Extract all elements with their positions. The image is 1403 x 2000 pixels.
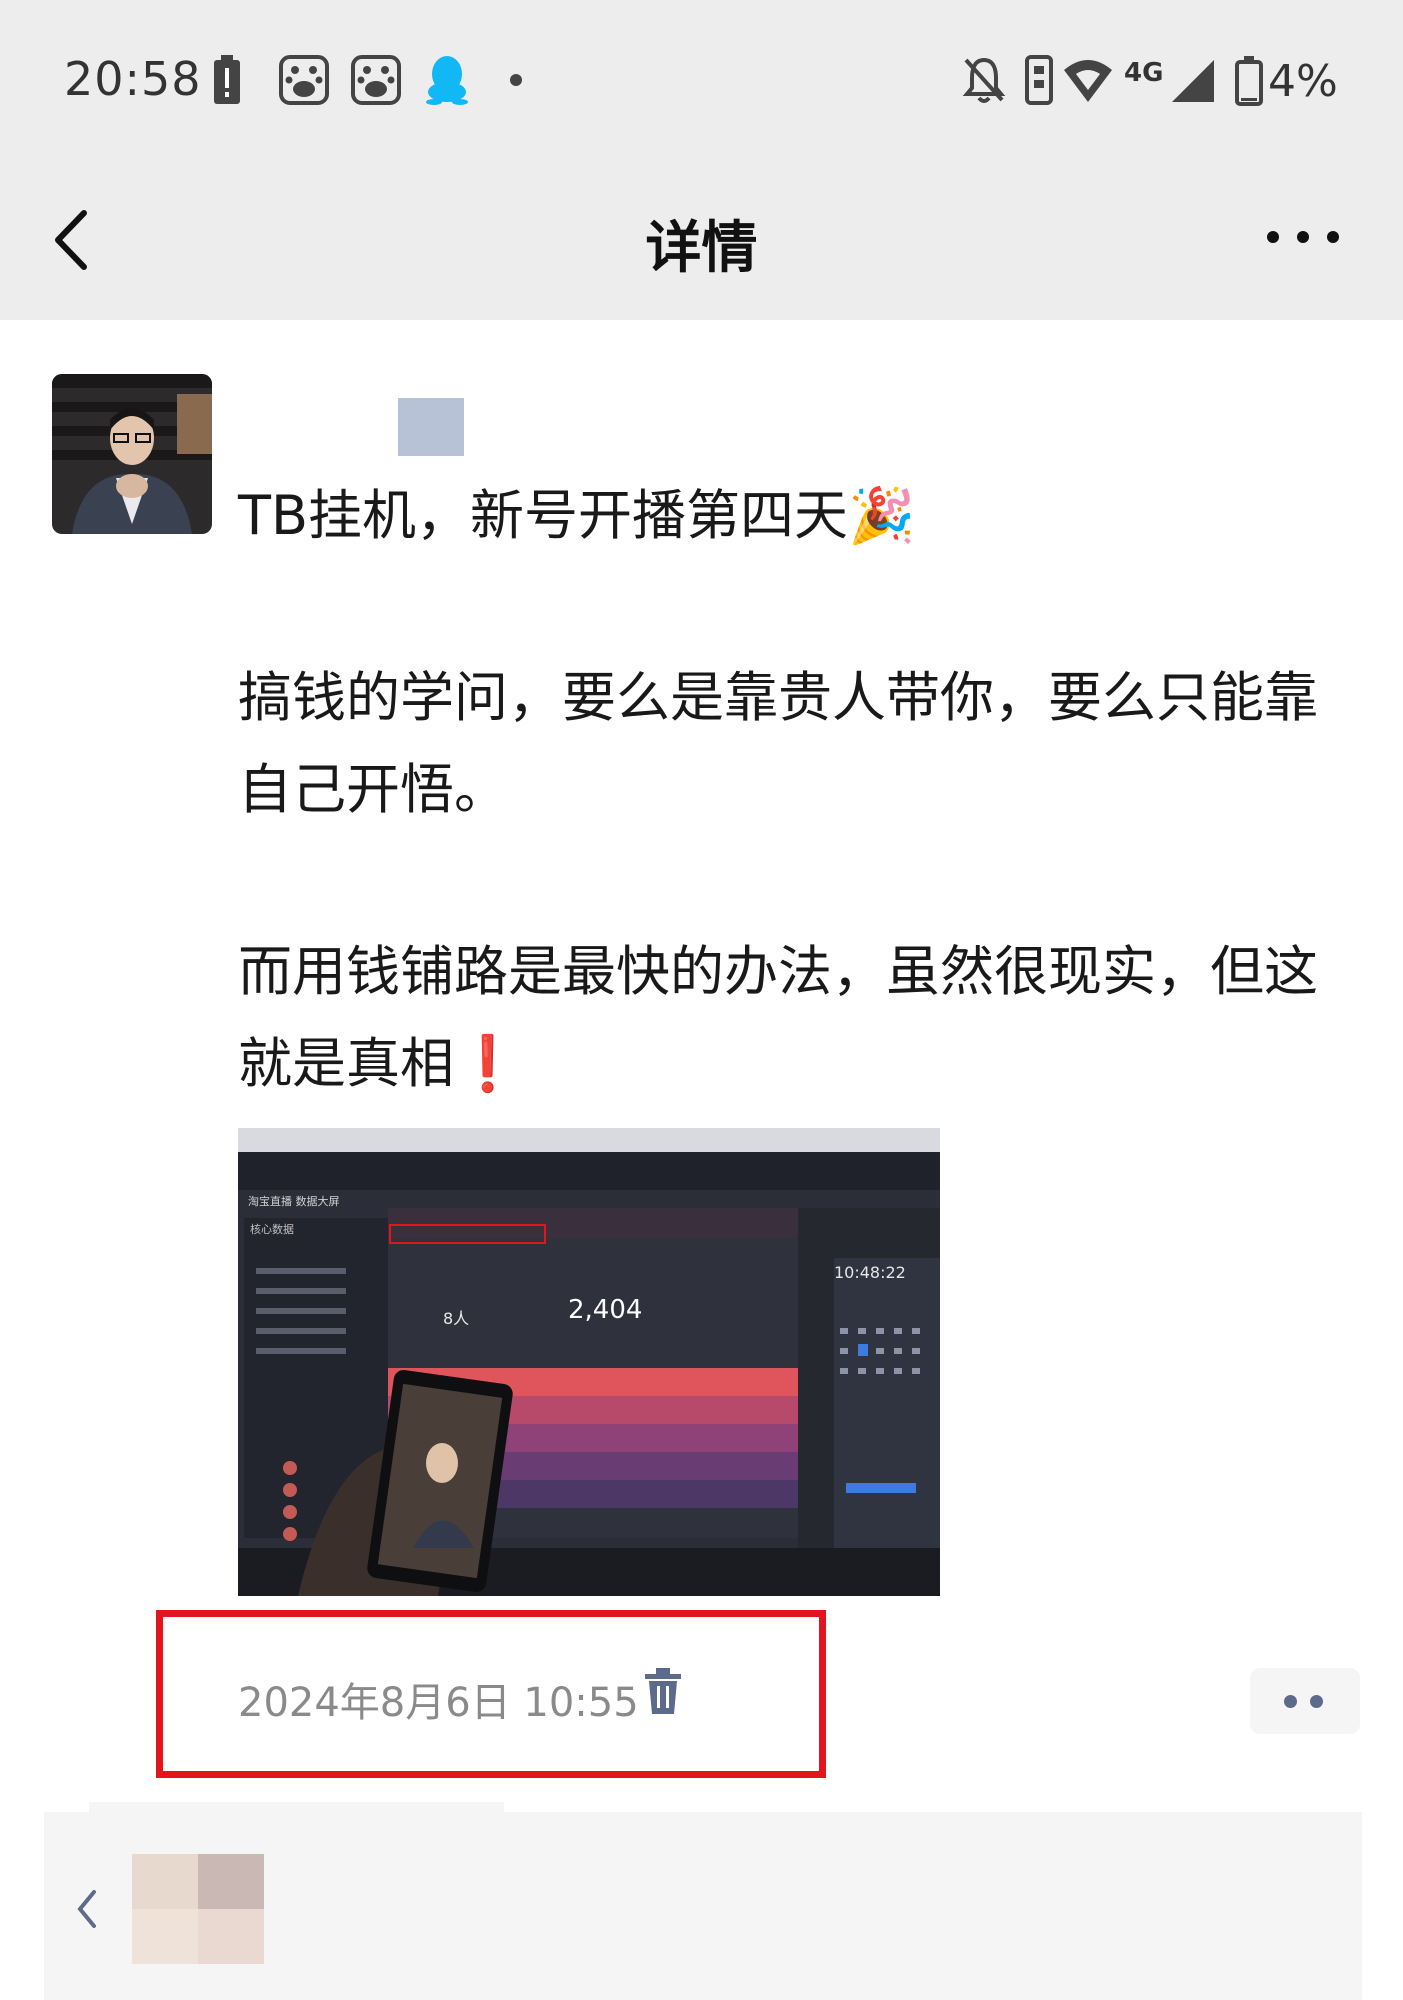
photo-clock: 10:48:22 <box>834 1263 906 1282</box>
dot-icon <box>1310 1695 1323 1708</box>
page-title: 详情 <box>645 216 758 281</box>
photo-section: 核心数据 <box>250 1222 294 1236</box>
mute-bell-icon <box>962 57 1006 103</box>
timestamp-highlight-box <box>156 1610 826 1778</box>
more-dots-icon[interactable] <box>1263 217 1343 257</box>
liker-avatar[interactable] <box>132 1854 264 1964</box>
avatar[interactable] <box>52 374 212 534</box>
baidu-icon <box>279 55 329 105</box>
photo-viewers: 8人 <box>443 1309 469 1328</box>
status-time: 20:58 <box>64 52 202 106</box>
network-type: 4G <box>1124 58 1164 88</box>
collapse-chevron-icon[interactable] <box>72 1884 102 1934</box>
post-more-button[interactable] <box>1250 1668 1360 1734</box>
likes-comments-panel <box>44 1802 1362 2000</box>
battery-percent: 4% <box>1268 56 1338 107</box>
dot-icon <box>510 74 522 86</box>
post-content: TB挂机，新号开播第四天🎉 搞钱的学问，要么是靠贵人带你，要么只能靠自己开悟。 … <box>238 470 1348 1110</box>
battery-icon <box>1235 56 1263 106</box>
nav-bar: 详情 <box>0 165 1403 320</box>
signal-icon <box>1172 60 1214 102</box>
photo-header: 淘宝直播 数据大屏 <box>248 1194 340 1208</box>
post-line-1: TB挂机，新号开播第四天🎉 <box>238 484 916 547</box>
post-line-3: 而用钱铺路是最快的办法，虽然很现实，但这就是真相❗ <box>238 940 1318 1095</box>
qq-icon <box>426 56 468 105</box>
status-bar: 20:58 4G 4% <box>0 0 1403 165</box>
dot-icon <box>1284 1695 1297 1708</box>
post-line-2: 搞钱的学问，要么是靠贵人带你，要么只能靠自己开悟。 <box>238 666 1318 821</box>
panel-pointer <box>89 1802 504 1814</box>
post-photo[interactable]: 2,404 8人 淘宝直播 数据大屏 核心数据 10:48:22 <box>238 1128 940 1596</box>
alert-battery-icon <box>214 55 240 104</box>
photo-gmv: 2,404 <box>568 1295 642 1325</box>
username-redacted[interactable] <box>398 398 464 456</box>
wifi-icon <box>1064 60 1112 102</box>
baidu-icon-2 <box>351 55 401 105</box>
vibrate-icon <box>1025 55 1053 105</box>
